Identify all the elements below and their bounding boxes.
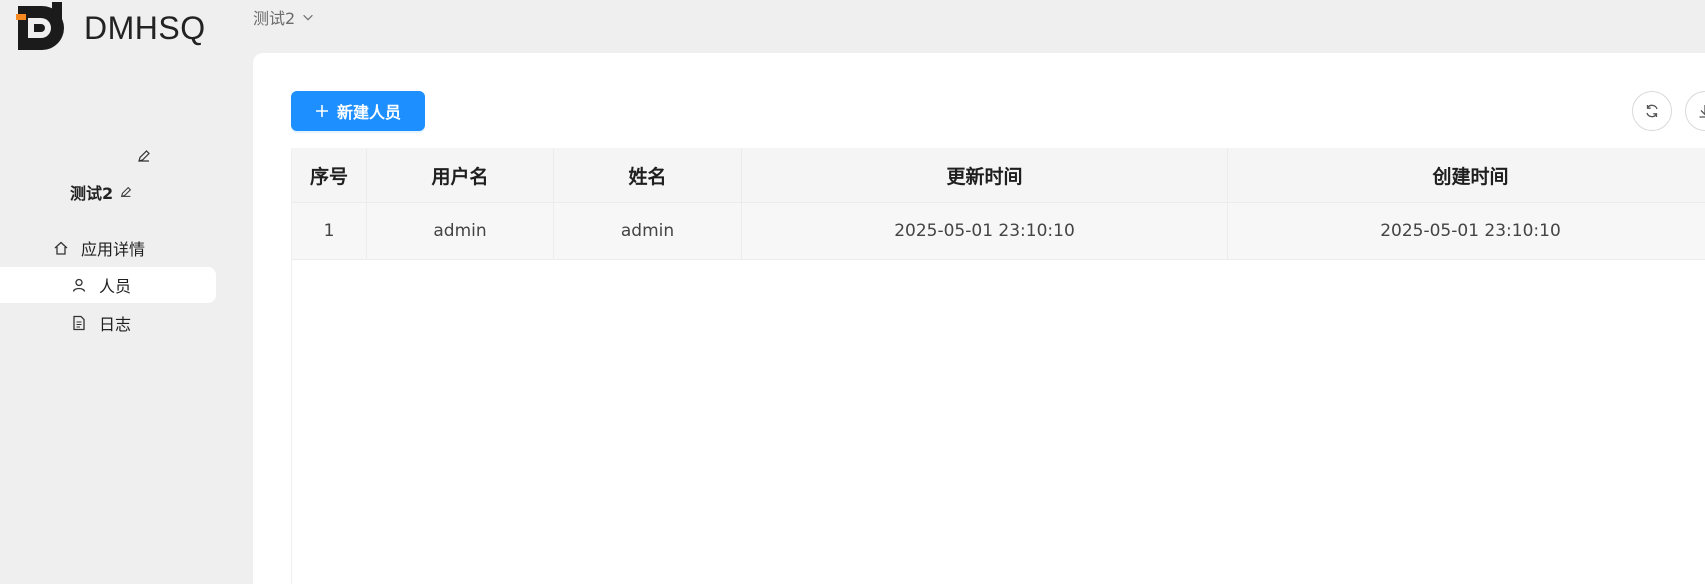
chevron-down-icon bbox=[303, 14, 313, 21]
download-icon bbox=[1699, 105, 1705, 118]
new-user-button-label: 新建人员 bbox=[336, 103, 401, 122]
refresh-button[interactable] bbox=[1632, 91, 1672, 131]
cell-name: admin bbox=[554, 203, 742, 259]
app-switcher-breadcrumb[interactable]: 测试2 bbox=[253, 5, 315, 29]
home-icon bbox=[54, 241, 68, 255]
download-button[interactable] bbox=[1685, 91, 1705, 131]
refresh-icon bbox=[1646, 104, 1658, 118]
edit-app-name-icon[interactable] bbox=[119, 185, 133, 199]
sidebar-item-label: 日志 bbox=[99, 315, 132, 334]
cell-username: admin bbox=[367, 203, 554, 259]
sidebar-item-label: 应用详情 bbox=[81, 240, 146, 259]
column-header-index[interactable]: 序号 bbox=[292, 148, 367, 203]
column-header-created-at[interactable]: 创建时间 bbox=[1228, 148, 1705, 203]
sidebar-item-logs[interactable]: 日志 bbox=[0, 305, 216, 341]
column-header-username[interactable]: 用户名 bbox=[367, 148, 554, 203]
column-header-name[interactable]: 姓名 bbox=[554, 148, 742, 203]
breadcrumb-label: 测试2 bbox=[253, 9, 296, 28]
app-name-row: 测试2 bbox=[70, 180, 133, 204]
cell-updated-at: 2025-05-01 23:10:10 bbox=[742, 203, 1228, 259]
table-row[interactable]: 1 admin admin 2025-05-01 23:10:10 2025-0… bbox=[292, 203, 1705, 260]
table-header: 序号 用户名 姓名 更新时间 创建时间 bbox=[292, 148, 1705, 203]
new-user-button[interactable]: 新建人员 bbox=[291, 91, 425, 131]
edit-icon[interactable] bbox=[136, 148, 152, 164]
sidebar-item-users[interactable]: 人员 bbox=[0, 267, 216, 303]
sidebar: DMHSQ 测试2 应用详情 人员 日志 bbox=[0, 0, 253, 584]
plus-icon bbox=[315, 105, 328, 117]
column-header-updated-at[interactable]: 更新时间 bbox=[742, 148, 1228, 203]
brand-name: DMHSQ bbox=[84, 10, 206, 46]
sidebar-item-label: 人员 bbox=[99, 277, 132, 296]
main-content: 新建人员 序号 用户名 姓名 更新时间 创建时间 1 admin admin 2… bbox=[253, 53, 1705, 584]
cell-created-at: 2025-05-01 23:10:10 bbox=[1228, 203, 1705, 259]
dmhsq-logo-icon[interactable] bbox=[14, 2, 66, 54]
file-text-icon bbox=[73, 315, 85, 331]
app-name: 测试2 bbox=[70, 184, 114, 203]
cell-index: 1 bbox=[292, 203, 367, 259]
sidebar-item-app-details[interactable]: 应用详情 bbox=[0, 230, 216, 266]
user-icon bbox=[72, 278, 86, 292]
users-table: 序号 用户名 姓名 更新时间 创建时间 1 admin admin 2025-0… bbox=[291, 148, 1705, 584]
